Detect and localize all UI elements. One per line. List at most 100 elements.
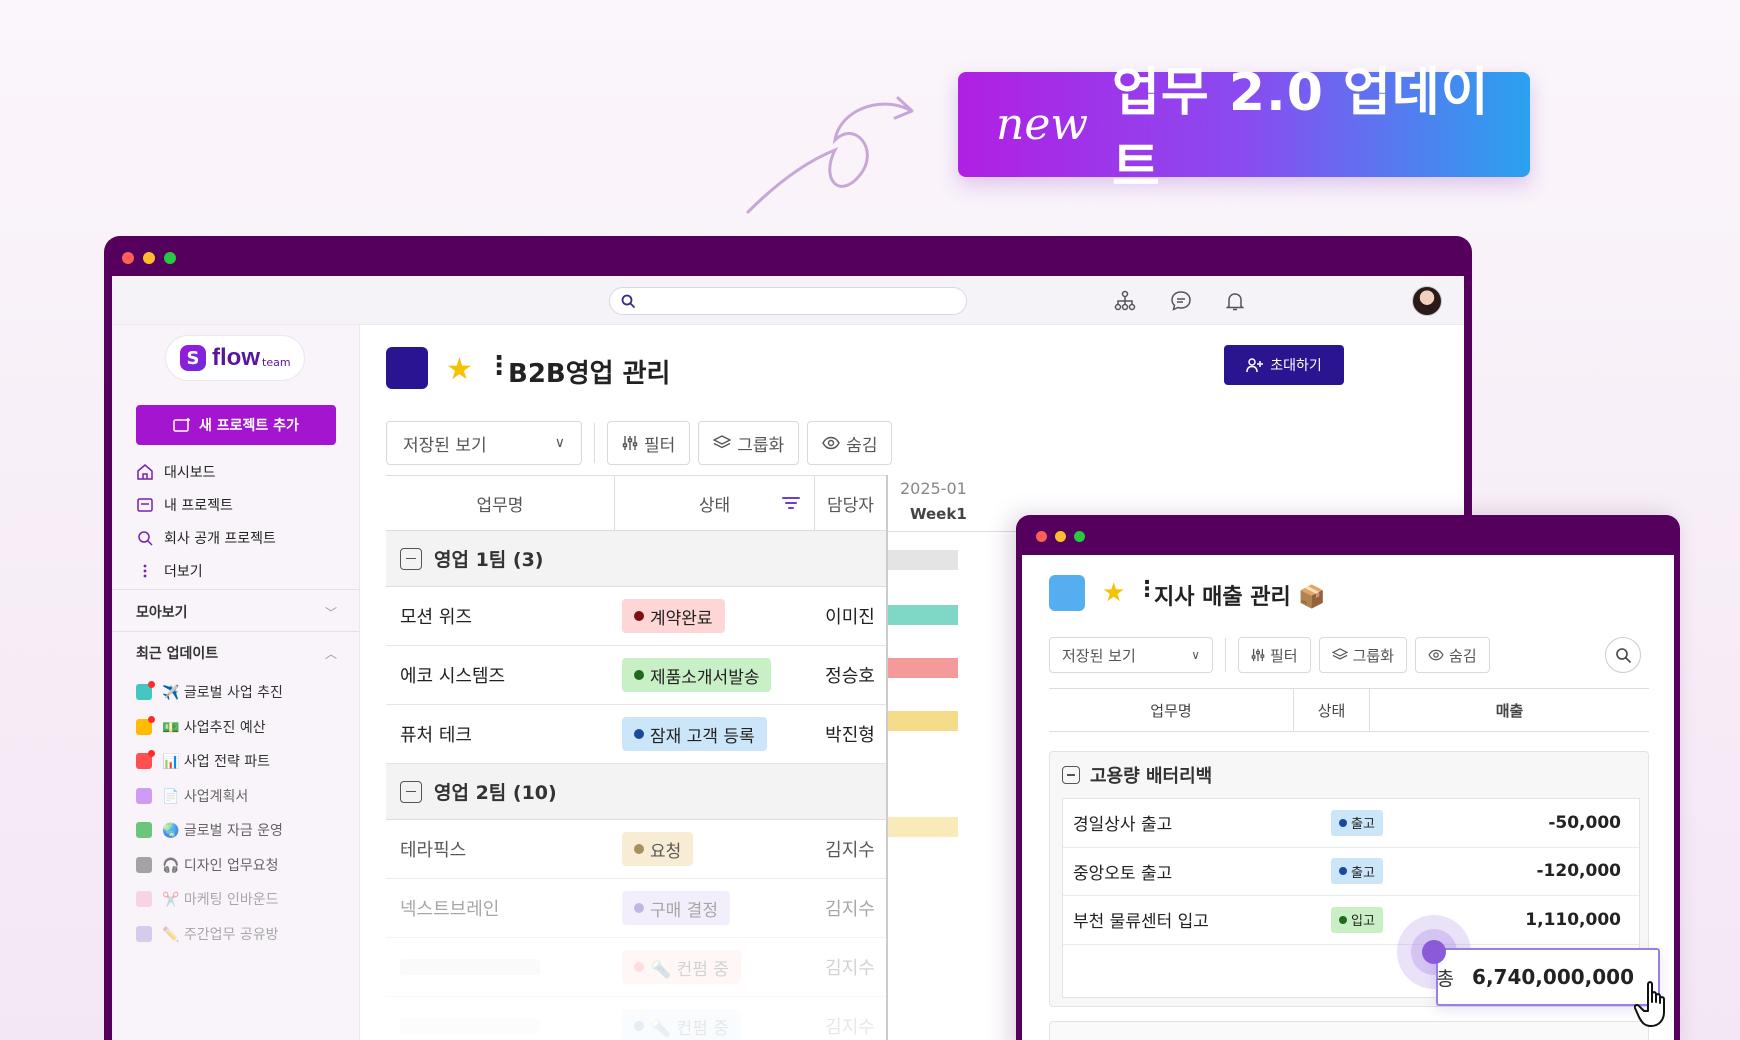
table-row[interactable]: 퓨처 테크 잠재 고객 등록 박진형 <box>386 705 886 764</box>
status-badge[interactable]: 계약완료 <box>622 599 725 633</box>
recent-item-6[interactable]: ✂️ 마케팅 인바운드 <box>136 882 283 917</box>
column-header-status[interactable]: 상태 <box>1293 689 1369 731</box>
filter-label: 필터 <box>644 435 676 456</box>
status-dot <box>1339 915 1347 924</box>
maximize-window-button[interactable] <box>1074 531 1085 542</box>
invite-button[interactable]: 초대하기 <box>1224 345 1344 385</box>
table-header: 업무명 상태 매출 <box>1049 688 1649 732</box>
group-title: 영업 1팀 (3) <box>434 549 544 571</box>
sidebar-item-my-projects[interactable]: 내 프로젝트 <box>136 488 276 521</box>
status-badge[interactable]: 제품소개서발송 <box>622 658 772 692</box>
recent-item-1[interactable]: 💵 사업추진 예산 <box>136 710 283 745</box>
column-header-sales[interactable]: 매출 <box>1369 689 1649 731</box>
status-label: 요청 <box>650 841 682 862</box>
column-header-owner[interactable]: 담당자 <box>814 476 886 530</box>
close-window-button[interactable] <box>1036 531 1047 542</box>
group-header[interactable]: 고용량 배터리백 <box>1062 762 1212 788</box>
project-color-square <box>136 856 152 873</box>
new-project-button[interactable]: 새 프로젝트 추가 <box>136 405 336 445</box>
recent-item-7[interactable]: ✏️ 주간업무 공유방 <box>136 917 283 952</box>
filter-button[interactable]: 필터 <box>607 421 691 465</box>
chat-icon[interactable] <box>1168 288 1194 314</box>
status-badge[interactable]: 잠재 고객 등록 <box>622 717 767 751</box>
table-row[interactable]: 부천 물류센터 입고 입고 1,110,000 <box>1063 896 1639 945</box>
gantt-group-bar[interactable] <box>888 550 958 570</box>
table-row[interactable]: 에코 시스템즈 제품소개서발송 정승호 <box>386 646 886 705</box>
recent-section-title[interactable]: 최근 업데이트 <box>136 643 218 663</box>
sidebar-item-company-projects[interactable]: 회사 공개 프로젝트 <box>136 521 276 554</box>
status-badge[interactable]: 출고 <box>1331 809 1383 836</box>
group-button[interactable]: 그룹화 <box>698 421 800 465</box>
status-badge[interactable]: 🔦 컨펌 중 <box>622 1009 741 1040</box>
status-badge[interactable]: 구매 결정 <box>622 891 730 925</box>
column-header-task[interactable]: 업무명 <box>1049 689 1293 731</box>
table-row[interactable]: 🔦 컨펌 중 김지수 <box>386 997 886 1040</box>
hand-cursor-icon <box>1634 981 1665 1027</box>
close-window-button[interactable] <box>122 252 134 264</box>
collapse-icon[interactable] <box>400 547 422 570</box>
table-row[interactable]: 중앙오토 출고 출고 -120,000 <box>1063 848 1639 896</box>
collapse-icon[interactable] <box>1062 766 1080 784</box>
chevron-down-icon: ∨ <box>554 435 565 451</box>
recent-item-5[interactable]: 🎧 디자인 업무요청 <box>136 848 283 883</box>
hide-button[interactable]: 숨김 <box>807 421 893 465</box>
saved-view-select[interactable]: 저장된 보기 ∨ <box>1049 637 1213 673</box>
group-header[interactable]: 영업 2팀 (10) <box>386 764 886 820</box>
global-search-input[interactable] <box>609 287 967 315</box>
saved-view-select[interactable]: 저장된 보기 ∨ <box>386 421 582 465</box>
recent-item-label: 💵 사업추진 예산 <box>162 719 266 736</box>
sidebar-item-dashboard[interactable]: 대시보드 <box>136 455 276 488</box>
task-name: 모션 위즈 <box>400 607 472 628</box>
task-name: 경일상사 출고 <box>1073 815 1173 836</box>
bell-icon[interactable] <box>1222 288 1248 314</box>
gantt-task-bar[interactable] <box>888 817 958 837</box>
task-table: 업무명 상태 담당자 영업 1팀 (3) 모션 위즈 계약완료 이미진 에코 시… <box>386 475 886 1040</box>
minimize-window-button[interactable] <box>143 252 155 264</box>
recent-item-label: 📊 사업 전략 파트 <box>162 754 271 771</box>
table-row[interactable]: 경일상사 출고 출고 -50,000 <box>1063 799 1639 848</box>
project-color-square[interactable] <box>386 347 428 389</box>
star-icon[interactable]: ★ <box>446 352 473 387</box>
table-row[interactable]: 넥스트브레인 구매 결정 김지수 <box>386 879 886 938</box>
group-header[interactable]: 영업 1팀 (3) <box>386 531 886 587</box>
status-badge[interactable]: 출고 <box>1331 858 1383 885</box>
project-color-square[interactable] <box>1049 575 1085 611</box>
filter-button[interactable]: 필터 <box>1238 637 1311 673</box>
saved-view-label: 저장된 보기 <box>1062 646 1136 665</box>
collect-section-title[interactable]: 모아보기 <box>136 602 188 622</box>
table-row[interactable]: 모션 위즈 계약완료 이미진 <box>386 587 886 646</box>
gantt-task-bar[interactable] <box>888 605 958 625</box>
table-row[interactable]: 🔦 컨펌 중 김지수 <box>386 938 886 997</box>
column-header-status[interactable]: 상태 <box>614 476 814 530</box>
recent-item-4[interactable]: 🌏 글로벌 자금 운영 <box>136 813 283 848</box>
status-badge[interactable]: 요청 <box>622 832 694 866</box>
flow-logo[interactable]: S flow team <box>165 335 305 381</box>
recent-item-0[interactable]: ✈️ 글로벌 사업 추진 <box>136 675 283 710</box>
user-avatar[interactable] <box>1412 286 1442 316</box>
task-owner: 이미진 <box>825 607 875 628</box>
recent-item-2[interactable]: 📊 사업 전략 파트 <box>136 744 283 779</box>
chevron-down-icon[interactable]: ﹀ <box>325 604 337 621</box>
gantt-task-bar[interactable] <box>888 658 958 678</box>
sidebar-item-more[interactable]: 더보기 <box>136 554 276 587</box>
filter-active-icon[interactable] <box>782 496 800 510</box>
recent-item-label: ✂️ 마케팅 인바운드 <box>162 892 279 909</box>
chevron-up-icon[interactable]: ︿ <box>325 645 337 662</box>
column-header-label: 상태 <box>698 495 731 516</box>
gantt-task-bar[interactable] <box>888 711 958 731</box>
column-header-task[interactable]: 업무명 <box>386 476 614 530</box>
maximize-window-button[interactable] <box>164 252 176 264</box>
org-chart-icon[interactable] <box>1112 288 1138 314</box>
minimize-window-button[interactable] <box>1055 531 1066 542</box>
group-button[interactable]: 그룹화 <box>1318 637 1408 673</box>
collapse-icon[interactable] <box>400 780 422 803</box>
search-button[interactable] <box>1605 637 1641 673</box>
status-dot <box>634 1021 644 1031</box>
hide-button[interactable]: 숨김 <box>1415 637 1490 673</box>
status-badge[interactable]: 🔦 컨펌 중 <box>622 950 741 984</box>
more-vertical-icon <box>143 564 147 577</box>
table-row[interactable]: 테라픽스 요청 김지수 <box>386 820 886 879</box>
star-icon[interactable]: ★ <box>1102 578 1125 608</box>
recent-item-3[interactable]: 📄 사업계획서 <box>136 779 283 814</box>
status-badge[interactable]: 입고 <box>1331 906 1383 933</box>
